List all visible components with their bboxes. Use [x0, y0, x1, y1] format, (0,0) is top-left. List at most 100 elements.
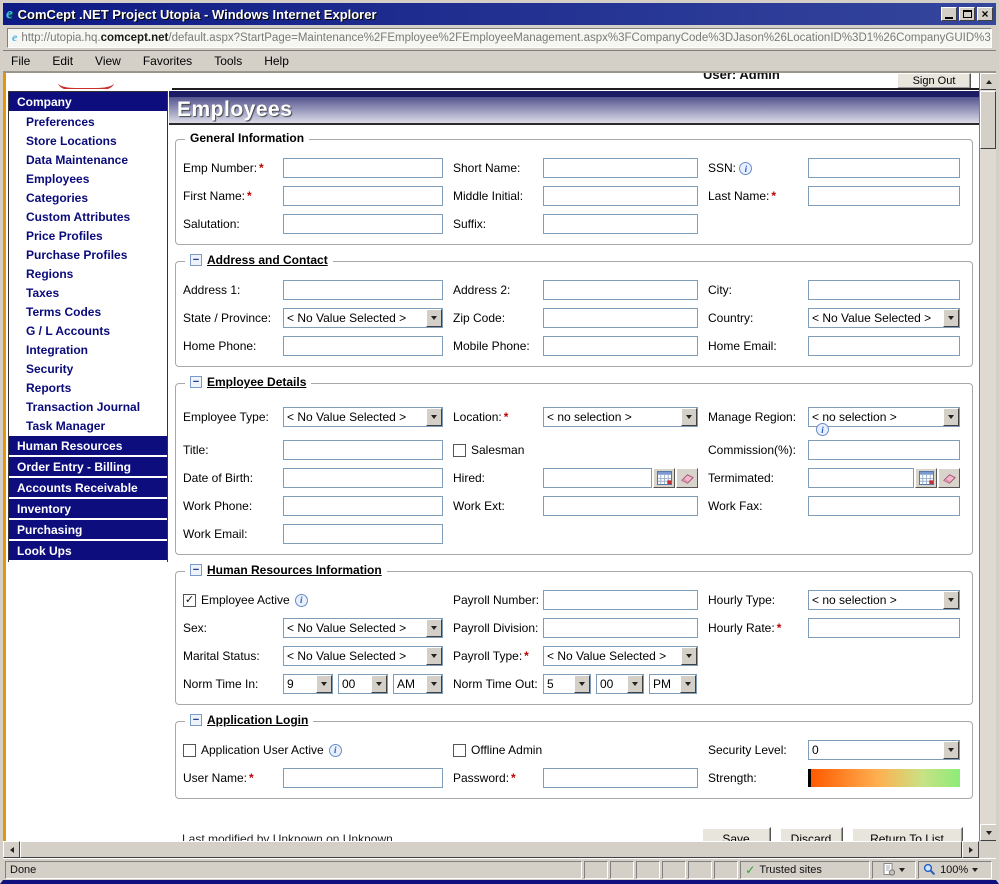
scroll-right-button[interactable]	[962, 841, 979, 858]
home-email-input[interactable]	[808, 336, 960, 356]
middle-initial-input[interactable]	[543, 186, 698, 206]
manage-region-info-icon[interactable]: i	[816, 423, 829, 436]
zoom-control[interactable]: 100%	[918, 861, 992, 879]
first-name-input[interactable]	[283, 186, 443, 206]
sidebar-item-transaction-journal[interactable]: Transaction Journal	[9, 398, 167, 417]
scroll-left-button[interactable]	[3, 841, 20, 858]
menu-file[interactable]: File	[11, 54, 30, 68]
marital-status-select[interactable]: < No Value Selected >	[283, 646, 443, 666]
salesman-checkbox[interactable]	[453, 444, 466, 457]
dob-input[interactable]	[283, 468, 443, 488]
sidebar-item-categories[interactable]: Categories	[9, 189, 167, 208]
sidebar-section-order-entry-billing[interactable]: Order Entry - Billing	[9, 457, 167, 478]
discard-button[interactable]: Discard	[779, 827, 843, 841]
payroll-type-select[interactable]: < No Value Selected >	[543, 646, 698, 666]
country-select[interactable]: < No Value Selected >	[808, 308, 960, 328]
sidebar-item-taxes[interactable]: Taxes	[9, 284, 167, 303]
emp-number-input[interactable]	[283, 158, 443, 178]
section-address-title[interactable]: Address and Contact	[207, 253, 328, 267]
work-fax-input[interactable]	[808, 496, 960, 516]
terminated-input[interactable]	[808, 468, 914, 488]
time-out-ampm-select[interactable]: PM	[649, 674, 697, 694]
hourly-type-select[interactable]: < no selection >	[808, 590, 960, 610]
hired-calendar-button[interactable]	[653, 468, 675, 488]
sidebar-item-regions[interactable]: Regions	[9, 265, 167, 284]
time-out-minute-select[interactable]: 00	[596, 674, 644, 694]
vertical-scrollbar[interactable]	[979, 73, 996, 841]
short-name-input[interactable]	[543, 158, 698, 178]
maximize-button[interactable]	[959, 7, 975, 21]
sidebar-section-look-ups[interactable]: Look Ups	[9, 541, 167, 562]
home-phone-input[interactable]	[283, 336, 443, 356]
terminated-calendar-button[interactable]	[915, 468, 937, 488]
protected-mode-indicator[interactable]	[872, 861, 916, 879]
save-button[interactable]: Save	[701, 827, 771, 841]
terminated-clear-button[interactable]	[938, 468, 960, 488]
location-select[interactable]: < no selection >	[543, 407, 698, 427]
sidebar-section-company[interactable]: Company	[9, 92, 167, 113]
work-ext-input[interactable]	[543, 496, 698, 516]
time-in-ampm-select[interactable]: AM	[393, 674, 443, 694]
application-user-active-checkbox[interactable]	[183, 744, 196, 757]
employee-active-checkbox[interactable]: ✓	[183, 594, 196, 607]
menu-favorites[interactable]: Favorites	[143, 54, 192, 68]
sidebar-item-employees[interactable]: Employees	[9, 170, 167, 189]
title-input[interactable]	[283, 440, 443, 460]
address1-input[interactable]	[283, 280, 443, 300]
sidebar-item-custom-attributes[interactable]: Custom Attributes	[9, 208, 167, 227]
section-details-title[interactable]: Employee Details	[207, 375, 306, 389]
hired-clear-button[interactable]	[676, 468, 698, 488]
menu-help[interactable]: Help	[264, 54, 289, 68]
vertical-scroll-thumb[interactable]	[980, 91, 996, 149]
payroll-number-input[interactable]	[543, 590, 698, 610]
suffix-input[interactable]	[543, 214, 698, 234]
menu-tools[interactable]: Tools	[214, 54, 242, 68]
security-level-select[interactable]: 0	[808, 740, 960, 760]
sidebar-section-purchasing[interactable]: Purchasing	[9, 520, 167, 541]
menu-edit[interactable]: Edit	[52, 54, 73, 68]
sex-select[interactable]: < No Value Selected >	[283, 618, 443, 638]
sidebar-item-integration[interactable]: Integration	[9, 341, 167, 360]
sidebar-section-accounts-receivable[interactable]: Accounts Receivable	[9, 478, 167, 499]
work-phone-input[interactable]	[283, 496, 443, 516]
address2-input[interactable]	[543, 280, 698, 300]
employee-type-select[interactable]: < No Value Selected >	[283, 407, 443, 427]
sidebar-item-gl-accounts[interactable]: G / L Accounts	[9, 322, 167, 341]
scroll-up-button[interactable]	[980, 73, 996, 90]
sidebar-item-task-manager[interactable]: Task Manager	[9, 417, 167, 436]
hired-input[interactable]	[543, 468, 652, 488]
time-in-hour-select[interactable]: 9	[283, 674, 333, 694]
offline-admin-checkbox[interactable]	[453, 744, 466, 757]
ssn-info-icon[interactable]: i	[739, 162, 752, 175]
zip-input[interactable]	[543, 308, 698, 328]
collapse-icon[interactable]: −	[190, 376, 202, 388]
hourly-rate-input[interactable]	[808, 618, 960, 638]
close-button[interactable]: ×	[977, 7, 993, 21]
state-select[interactable]: < No Value Selected >	[283, 308, 443, 328]
payroll-division-input[interactable]	[543, 618, 698, 638]
sidebar-section-inventory[interactable]: Inventory	[9, 499, 167, 520]
password-input[interactable]	[543, 768, 698, 788]
collapse-icon[interactable]: −	[190, 564, 202, 576]
salutation-input[interactable]	[283, 214, 443, 234]
application-user-active-info-icon[interactable]: i	[329, 744, 342, 757]
time-out-hour-select[interactable]: 5	[543, 674, 591, 694]
user-name-input[interactable]	[283, 768, 443, 788]
city-input[interactable]	[808, 280, 960, 300]
time-in-minute-select[interactable]: 00	[338, 674, 388, 694]
mobile-phone-input[interactable]	[543, 336, 698, 356]
sidebar-item-price-profiles[interactable]: Price Profiles	[9, 227, 167, 246]
sidebar-item-reports[interactable]: Reports	[9, 379, 167, 398]
section-hr-title[interactable]: Human Resources Information	[207, 563, 382, 577]
menu-view[interactable]: View	[95, 54, 121, 68]
commission-input[interactable]	[808, 440, 960, 460]
employee-active-info-icon[interactable]: i	[295, 594, 308, 607]
section-login-title[interactable]: Application Login	[207, 713, 308, 727]
sidebar-item-store-locations[interactable]: Store Locations	[9, 132, 167, 151]
minimize-button[interactable]	[941, 7, 957, 21]
collapse-icon[interactable]: −	[190, 254, 202, 266]
return-to-list-button[interactable]: Return To List	[851, 827, 963, 841]
sidebar-item-data-maintenance[interactable]: Data Maintenance	[9, 151, 167, 170]
horizontal-scroll-thumb[interactable]	[20, 841, 962, 858]
sidebar-section-human-resources[interactable]: Human Resources	[9, 436, 167, 457]
